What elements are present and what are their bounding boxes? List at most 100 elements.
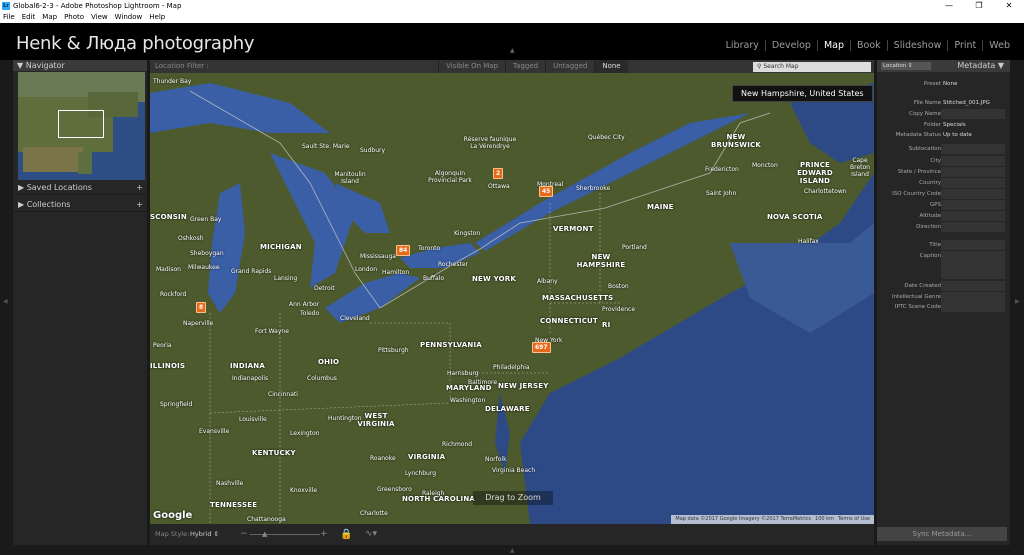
filter-untagged[interactable]: Untagged: [545, 60, 594, 73]
drag-to-zoom-hint: Drag to Zoom: [473, 491, 553, 505]
metadata-field-value: None: [943, 81, 958, 87]
map-toolbar: Map Style: Hybrid ⇕ − ▲ + 🔒 ∿▾: [150, 524, 874, 545]
window-titlebar: Lr Global6-2-3 - Adobe Photoshop Lightro…: [0, 0, 1024, 12]
map-label-vermont: VERMONT: [553, 225, 594, 233]
module-picker: Library Develop Map Book Slideshow Print…: [720, 40, 1016, 51]
metadata-field-value[interactable]: [941, 292, 1005, 302]
metadata-field-value[interactable]: [941, 211, 1005, 221]
module-book[interactable]: Book: [850, 40, 887, 51]
navigator-header[interactable]: ▼ Navigator: [13, 60, 147, 71]
metadata-field-label: Caption: [919, 253, 941, 259]
metadata-header[interactable]: Location ⇕ Metadata ▼: [877, 60, 1010, 72]
module-slideshow[interactable]: Slideshow: [886, 40, 948, 51]
location-filter-bar: Location Filter : Visible On Map Tagged …: [150, 60, 874, 73]
map-city-label: Toledo: [300, 310, 320, 317]
filter-visible-on-map[interactable]: Visible On Map: [438, 60, 505, 73]
left-panel-toggle-icon[interactable]: ◀: [3, 298, 8, 305]
photo-pin[interactable]: 2: [493, 168, 504, 179]
zoom-in-button[interactable]: +: [320, 524, 328, 545]
metadata-preset-dropdown[interactable]: Location ⇕: [881, 62, 931, 70]
navigator-thumbnail[interactable]: [18, 72, 145, 180]
metadata-title-text: Metadata: [957, 61, 996, 70]
map-city-label: Sherbrooke: [576, 185, 611, 192]
metadata-field-label: Folder: [924, 122, 941, 128]
map-label-new-jersey: NEW JERSEY: [498, 382, 549, 390]
metadata-field-value[interactable]: [941, 222, 1005, 232]
zoom-out-button[interactable]: −: [240, 524, 248, 545]
menu-map[interactable]: Map: [42, 12, 57, 23]
map-city-label: Ottawa: [488, 183, 510, 190]
menu-help[interactable]: Help: [149, 12, 165, 23]
zoom-slider-track[interactable]: [250, 534, 320, 535]
menu-file[interactable]: File: [3, 12, 15, 23]
right-panel-toggle-icon[interactable]: ▶: [1015, 298, 1020, 305]
metadata-field-value[interactable]: [941, 167, 1005, 177]
module-map[interactable]: Map: [816, 40, 850, 51]
bottom-panel-toggle-icon[interactable]: ▲: [510, 547, 515, 554]
map-label-ri: RI: [602, 321, 611, 329]
lock-icon[interactable]: 🔒: [340, 524, 352, 545]
photo-pin[interactable]: 45: [539, 186, 554, 197]
metadata-row: Date Created: [879, 281, 1007, 291]
minimize-icon[interactable]: —: [934, 0, 964, 12]
metadata-row: Title: [879, 240, 1007, 250]
map-label-kentucky: KENTUCKY: [252, 449, 296, 457]
module-web[interactable]: Web: [982, 40, 1016, 51]
map-label-pennsylvania: PENNSYLVANIA: [420, 341, 482, 349]
restore-icon[interactable]: ❐: [964, 0, 994, 12]
metadata-row: GPS: [879, 200, 1007, 210]
saved-locations-section[interactable]: ▶ Saved Locations +: [13, 181, 147, 195]
metadata-field-value[interactable]: [941, 189, 1005, 199]
collections-section[interactable]: ▶ Collections +: [13, 198, 147, 212]
search-map-input[interactable]: ⚲ Search Map: [753, 62, 871, 72]
add-saved-location-button[interactable]: +: [136, 181, 143, 195]
navigator-viewport-box[interactable]: [58, 110, 104, 138]
filter-tagged[interactable]: Tagged: [505, 60, 545, 73]
photo-pin[interactable]: 84: [396, 245, 411, 256]
map-canvas[interactable]: MICHIGAN OHIO INDIANA ILLINOIS KENTUCKY …: [150, 73, 874, 524]
map-city-label: Springfield: [160, 401, 193, 408]
map-label-wisconsin: SCONSIN: [150, 213, 187, 221]
map-city-label: Richmond: [442, 441, 473, 448]
metadata-field-value[interactable]: [941, 200, 1005, 210]
map-label-new-brunswick: NEW BRUNSWICK: [711, 133, 761, 149]
metadata-field-value[interactable]: [941, 178, 1005, 188]
add-collection-button[interactable]: +: [136, 198, 143, 212]
metadata-field-value[interactable]: [941, 281, 1005, 291]
photo-pin[interactable]: 8: [196, 302, 207, 313]
metadata-row: Copy Name: [879, 109, 1007, 119]
metadata-field-value[interactable]: [941, 240, 1005, 250]
close-icon[interactable]: ✕: [994, 0, 1024, 12]
map-style-select[interactable]: Hybrid ⇕: [190, 524, 219, 545]
menu-edit[interactable]: Edit: [22, 12, 36, 23]
module-develop[interactable]: Develop: [764, 40, 817, 51]
photo-pin[interactable]: 697: [532, 342, 551, 353]
map-city-label: Raleigh: [422, 490, 445, 497]
map-city-label: Baltimore: [468, 379, 498, 386]
metadata-field-value[interactable]: [941, 251, 1005, 279]
location-tooltip: New Hampshire, United States: [732, 85, 873, 102]
module-print[interactable]: Print: [947, 40, 982, 51]
menu-window[interactable]: Window: [115, 12, 143, 23]
terms-of-use-link[interactable]: Terms of Use: [838, 515, 870, 524]
top-panel-toggle-icon[interactable]: ▲: [510, 47, 515, 54]
metadata-field-value[interactable]: [941, 302, 1005, 312]
metadata-field-value[interactable]: [941, 144, 1005, 154]
filter-none[interactable]: None: [594, 60, 628, 73]
map-city-label: Oshkosh: [178, 235, 204, 242]
metadata-field-value[interactable]: [941, 109, 1005, 119]
zoom-slider-thumb[interactable]: ▲: [262, 524, 267, 545]
metadata-field-label: Direction: [916, 224, 941, 230]
menu-view[interactable]: View: [91, 12, 108, 23]
tracklog-icon[interactable]: ∿▾: [365, 524, 377, 545]
map-city-label: Toronto: [418, 245, 441, 252]
map-city-label: Chattanooga: [247, 516, 286, 523]
module-library[interactable]: Library: [720, 40, 765, 51]
menu-photo[interactable]: Photo: [64, 12, 84, 23]
location-filter-label: Location Filter :: [155, 62, 209, 70]
metadata-field-value[interactable]: [941, 156, 1005, 166]
map-city-label: Peoria: [153, 342, 172, 349]
sync-metadata-button[interactable]: Sync Metadata...: [877, 527, 1007, 541]
metadata-field-value: Up to date: [943, 132, 972, 138]
map-city-label: Lynchburg: [405, 470, 437, 477]
